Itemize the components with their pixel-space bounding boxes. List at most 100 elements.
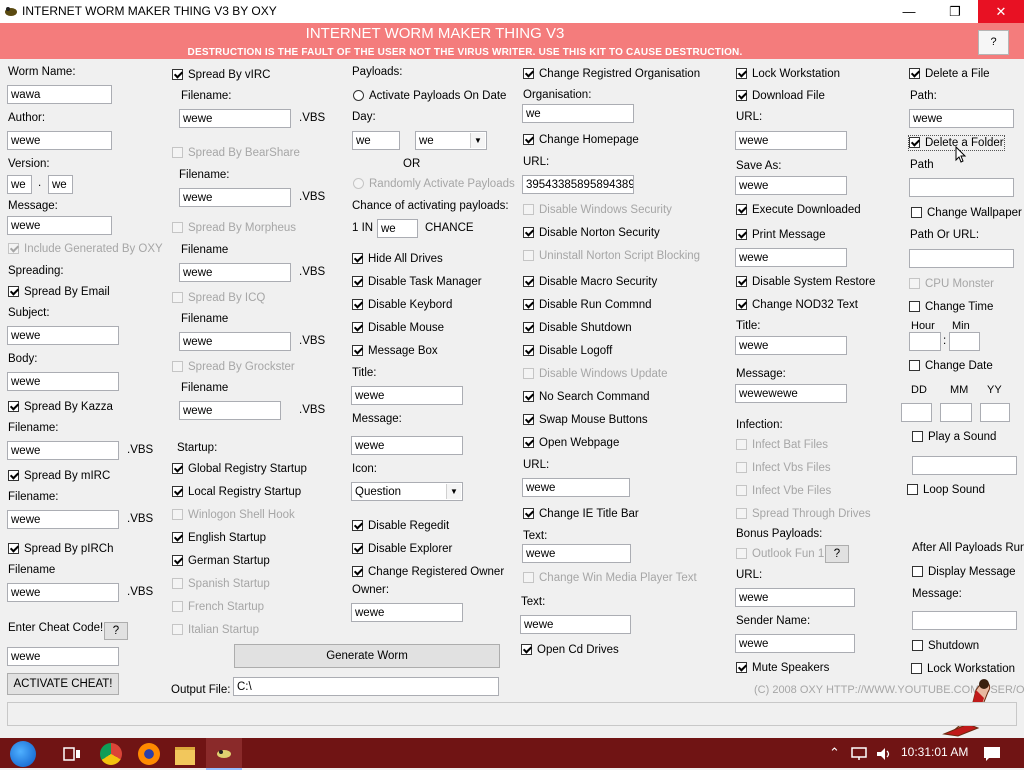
nod-title-input[interactable]: wewe xyxy=(735,336,847,355)
close-button[interactable]: ✕ xyxy=(978,0,1024,23)
english-startup-checkbox[interactable]: English Startup xyxy=(172,531,266,545)
hour-input[interactable] xyxy=(909,332,941,351)
open-webpage-checkbox[interactable]: Open Webpage xyxy=(523,436,619,450)
no-search-checkbox[interactable]: No Search Command xyxy=(523,390,650,404)
lock-workstation-checkbox[interactable]: Lock Workstation xyxy=(736,67,840,81)
chance-input[interactable]: we xyxy=(377,219,418,238)
after-message-input[interactable] xyxy=(912,611,1017,630)
infect-bat-checkbox[interactable]: Infect Bat Files xyxy=(736,438,828,452)
task-view-icon[interactable] xyxy=(63,746,81,762)
print-message-input[interactable]: wewe xyxy=(735,248,847,267)
display-message-checkbox[interactable]: Display Message xyxy=(912,565,1016,579)
wmp-text-input[interactable]: wewe xyxy=(520,615,631,634)
chrome-icon[interactable] xyxy=(100,743,122,765)
icon-select[interactable]: Question ▼ xyxy=(351,482,463,501)
spread-bearshare-checkbox[interactable]: Spread By BearShare xyxy=(172,146,300,160)
kazza-filename-input[interactable]: wewe xyxy=(7,441,119,460)
disable-regedit-checkbox[interactable]: Disable Regedit xyxy=(352,519,449,533)
print-message-checkbox[interactable]: Print Message xyxy=(736,228,826,242)
morpheus-filename-input[interactable]: wewe xyxy=(179,263,291,282)
change-wmp-checkbox[interactable]: Change Win Media Player Text xyxy=(523,571,697,585)
owner-input[interactable]: wewe xyxy=(351,603,463,622)
clock[interactable]: 10:31:01 AM xyxy=(901,745,968,759)
outlook-help-button[interactable]: ? xyxy=(825,545,849,563)
worm-name-input[interactable]: wawa xyxy=(7,85,112,104)
version-major-input[interactable]: we xyxy=(7,175,32,194)
play-sound-checkbox[interactable]: Play a Sound xyxy=(912,430,996,444)
disable-taskmgr-checkbox[interactable]: Disable Task Manager xyxy=(352,275,482,289)
help-button[interactable]: ? xyxy=(978,30,1009,55)
disable-keyboard-checkbox[interactable]: Disable Keybord xyxy=(352,298,452,312)
dd-input[interactable] xyxy=(901,403,932,422)
start-button-icon[interactable] xyxy=(10,741,36,767)
include-generated-checkbox[interactable]: Include Generated By OXY xyxy=(8,242,163,256)
message-box-checkbox[interactable]: Message Box xyxy=(352,344,438,358)
disable-logoff-checkbox[interactable]: Disable Logoff xyxy=(523,344,612,358)
icq-filename-input[interactable]: wewe xyxy=(179,332,291,351)
activate-on-date-radio[interactable]: Activate Payloads On Date xyxy=(353,89,506,103)
uninstall-norton-checkbox[interactable]: Uninstall Norton Script Blocking xyxy=(523,249,700,263)
cpu-monster-checkbox[interactable]: CPU Monster xyxy=(909,277,994,291)
notification-icon[interactable] xyxy=(983,746,1001,762)
sender-name-input[interactable]: wewe xyxy=(735,634,855,653)
mirc-filename-input[interactable]: wewe xyxy=(7,510,119,529)
outlook-fun-checkbox[interactable]: Outlook Fun 1 xyxy=(736,547,824,561)
msgbox-message-input[interactable]: wewe xyxy=(351,436,463,455)
winlogon-checkbox[interactable]: Winlogon Shell Hook xyxy=(172,508,295,522)
change-homepage-checkbox[interactable]: Change Homepage xyxy=(523,133,639,147)
hide-drives-checkbox[interactable]: Hide All Drives xyxy=(352,252,443,266)
author-input[interactable]: wewe xyxy=(7,131,112,150)
virc-filename-input[interactable]: wewe xyxy=(179,109,291,128)
disable-macro-checkbox[interactable]: Disable Macro Security xyxy=(523,275,657,289)
italian-startup-checkbox[interactable]: Italian Startup xyxy=(172,623,259,637)
loop-sound-checkbox[interactable]: Loop Sound xyxy=(907,483,985,497)
cheat-code-input[interactable]: wewe xyxy=(7,647,119,666)
spread-kazza-checkbox[interactable]: Spread By Kazza xyxy=(8,400,113,414)
homepage-url-input[interactable]: 39543385895894389/ xyxy=(522,175,634,194)
swap-mouse-checkbox[interactable]: Swap Mouse Buttons xyxy=(523,413,648,427)
volume-icon[interactable] xyxy=(875,746,893,762)
disable-norton-checkbox[interactable]: Disable Norton Security xyxy=(523,226,660,240)
file-explorer-icon[interactable] xyxy=(175,747,195,765)
french-startup-checkbox[interactable]: French Startup xyxy=(172,600,264,614)
open-cd-checkbox[interactable]: Open Cd Drives xyxy=(521,643,619,657)
download-file-checkbox[interactable]: Download File xyxy=(736,89,825,103)
day-input[interactable]: we xyxy=(352,131,400,150)
execute-downloaded-checkbox[interactable]: Execute Downloaded xyxy=(736,203,861,217)
change-org-checkbox[interactable]: Change Registred Organisation xyxy=(523,67,700,81)
folder-path-input[interactable] xyxy=(909,178,1014,197)
webpage-url-input[interactable]: wewe xyxy=(522,478,630,497)
change-nod32-checkbox[interactable]: Change NOD32 Text xyxy=(736,298,858,312)
spread-icq-checkbox[interactable]: Spread By ICQ xyxy=(172,291,265,305)
bearshare-filename-input[interactable]: wewe xyxy=(179,188,291,207)
global-registry-checkbox[interactable]: Global Registry Startup xyxy=(172,462,307,476)
change-owner-checkbox[interactable]: Change Registered Owner xyxy=(352,565,504,579)
local-registry-checkbox[interactable]: Local Registry Startup xyxy=(172,485,301,499)
disable-run-checkbox[interactable]: Disable Run Commnd xyxy=(523,298,652,312)
day-select[interactable]: we ▼ xyxy=(415,131,487,150)
msgbox-title-input[interactable]: wewe xyxy=(351,386,463,405)
bonus-url-input[interactable]: wewe xyxy=(735,588,855,607)
yy-input[interactable] xyxy=(980,403,1010,422)
german-startup-checkbox[interactable]: German Startup xyxy=(172,554,270,568)
subject-input[interactable]: wewe xyxy=(7,326,119,345)
infect-vbe-checkbox[interactable]: Infect Vbe Files xyxy=(736,484,831,498)
nod-message-input[interactable]: wewewewe xyxy=(735,384,847,403)
change-ie-title-checkbox[interactable]: Change IE Title Bar xyxy=(523,507,639,521)
download-url-input[interactable]: wewe xyxy=(735,131,847,150)
sound-path-input[interactable] xyxy=(912,456,1017,475)
maximize-button[interactable]: ❐ xyxy=(932,0,978,23)
grockster-filename-input[interactable]: wewe xyxy=(179,401,281,420)
min-input[interactable] xyxy=(949,332,980,351)
generate-worm-button[interactable]: Generate Worm xyxy=(234,644,500,668)
after-lock-workstation-checkbox[interactable]: Lock Workstation xyxy=(911,662,1015,676)
infect-vbs-checkbox[interactable]: Infect Vbs Files xyxy=(736,461,831,475)
pirch-filename-input[interactable]: wewe xyxy=(7,583,119,602)
randomly-activate-radio[interactable]: Randomly Activate Payloads xyxy=(353,177,515,191)
shutdown-checkbox[interactable]: Shutdown xyxy=(912,639,979,653)
network-icon[interactable] xyxy=(850,747,868,761)
body-input[interactable]: wewe xyxy=(7,372,119,391)
spread-email-checkbox[interactable]: Spread By Email xyxy=(8,285,110,299)
chevron-up-icon[interactable]: ⌃ xyxy=(829,745,840,761)
save-as-input[interactable]: wewe xyxy=(735,176,847,195)
